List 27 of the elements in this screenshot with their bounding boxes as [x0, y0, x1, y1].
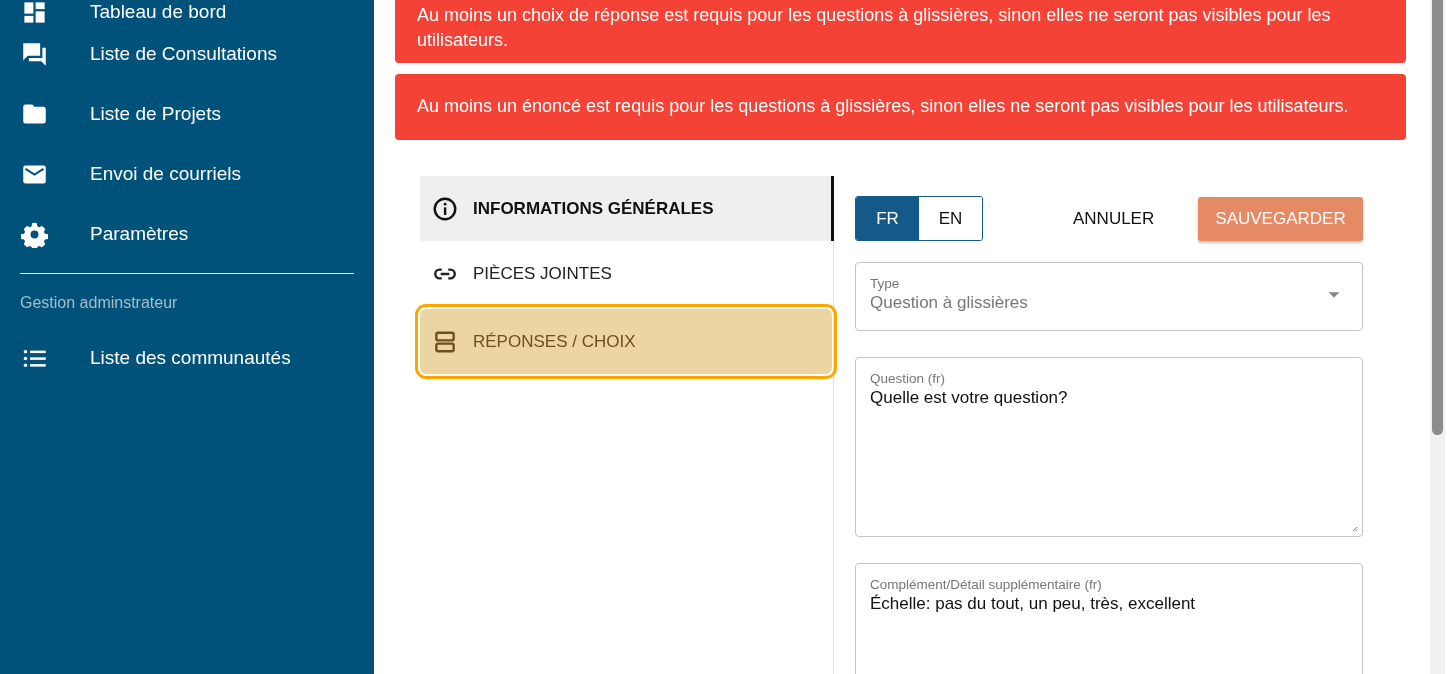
nav-link[interactable]: Envoi de courriels — [90, 163, 242, 185]
field-label: Question (fr) — [870, 371, 947, 386]
error-alert: Au moins un énoncé est requis pour les questions à glissières, sinon elles ne seront pas visibles pour les utilisateurs. — [395, 74, 1406, 140]
info-icon — [432, 195, 458, 222]
dashboard-icon — [21, 0, 48, 26]
field-label: Complément/Détail supplémentaire (fr) — [870, 577, 1103, 592]
nav-link[interactable]: Paramètres — [90, 223, 189, 245]
text-area[interactable]: Complément/Détail supplémentaire (fr) Échelle: pas du tout, un peu, très, excellent — [855, 563, 1363, 674]
scrollbar[interactable] — [1430, 0, 1445, 674]
field-label: Type — [870, 276, 901, 291]
nav-link[interactable]: Tableau de bord — [90, 1, 227, 23]
field-value: Échelle: pas du tout, un peu, très, excellent — [870, 594, 1197, 614]
field-value: Question à glissières — [870, 293, 1029, 313]
cancel-button[interactable]: ANNULER — [1059, 200, 1169, 237]
nav-link[interactable]: Liste des communautés — [90, 347, 291, 369]
text-area[interactable]: Question (fr) Quelle est votre question? — [855, 357, 1363, 537]
section-tab[interactable]: PIÈCES JOINTES — [420, 241, 832, 306]
error-alert: Au moins un choix de réponse est requis pour les questions à glissières, sinon elles ne seront pas visibles pour les utilisateurs. — [395, 0, 1406, 63]
section-tab[interactable]: INFORMATIONS GÉNÉRALES — [420, 176, 834, 241]
chat-icon — [21, 40, 48, 68]
field-value: Quelle est votre question? — [870, 388, 1069, 408]
nav-link[interactable]: Liste de Consultations — [90, 43, 277, 65]
section-label: Gestion adminstrateur — [20, 294, 178, 312]
nav-link[interactable]: Liste de Projets — [90, 103, 221, 125]
scrollbar-thumb[interactable] — [1432, 0, 1443, 435]
language-button[interactable]: FR — [856, 197, 919, 240]
settings-icon — [21, 220, 48, 248]
